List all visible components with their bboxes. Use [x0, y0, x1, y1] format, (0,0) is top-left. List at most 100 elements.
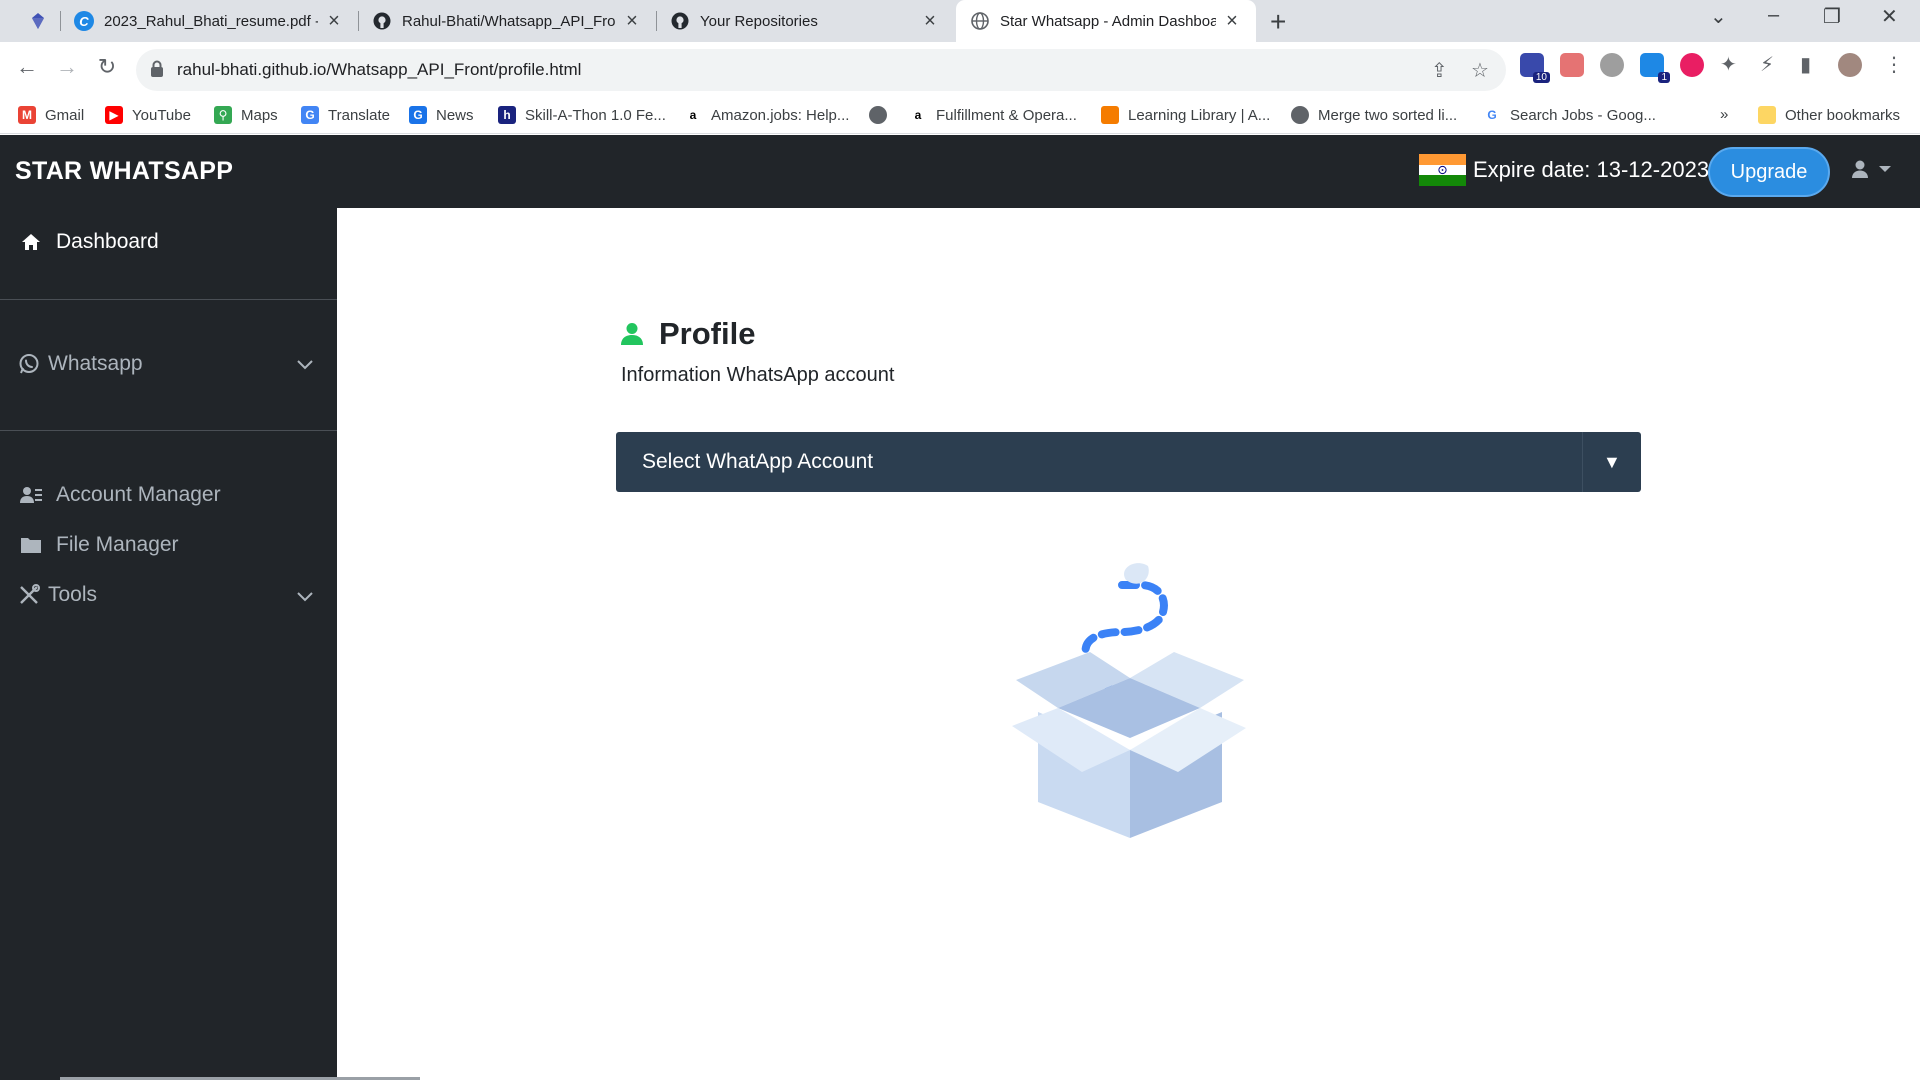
profile-user-icon	[621, 323, 643, 345]
home-icon	[20, 231, 42, 253]
bookmark-learning-library[interactable]: Learning Library | A...	[1101, 106, 1270, 124]
india-flag-icon	[1419, 154, 1466, 186]
window-close-icon[interactable]: ✕	[1881, 4, 1898, 29]
empty-box-illustration-icon	[1012, 563, 1246, 838]
new-tab-button[interactable]: +	[1270, 6, 1286, 38]
bookmark-skill-a-thon[interactable]: h Skill-A-Thon 1.0 Fe...	[498, 106, 666, 124]
news-icon: G	[409, 106, 427, 124]
github-icon	[372, 11, 392, 31]
select-label: Select WhatApp Account	[642, 450, 874, 473]
google-icon: G	[1483, 106, 1501, 124]
bookmark-other-bookmarks[interactable]: Other bookmarks	[1758, 106, 1900, 124]
extension-scholar-icon[interactable]: 10	[1520, 53, 1550, 83]
sidebar-item-label: File Manager	[56, 533, 179, 556]
bookmark-star-icon[interactable]: ☆	[1471, 58, 1489, 83]
globe-icon	[970, 11, 990, 31]
user-icon	[1852, 160, 1868, 178]
extensions-puzzle-icon[interactable]: ✦	[1720, 52, 1737, 77]
upgrade-button[interactable]: Upgrade	[1708, 147, 1830, 197]
sidebar-divider	[0, 299, 337, 300]
user-menu[interactable]	[1850, 159, 1892, 179]
address-bar[interactable]: rahul-bhati.github.io/Whatsapp_API_Front…	[136, 49, 1506, 91]
maps-icon: ⚲	[214, 106, 232, 124]
sidebar-item-tools[interactable]: Tools	[18, 583, 97, 607]
side-panel-icon[interactable]: ▮	[1800, 52, 1811, 77]
tab-label: Rahul-Bhati/Whatsapp_API_Front	[402, 12, 616, 30]
bookmark-search-jobs[interactable]: G Search Jobs - Goog...	[1483, 106, 1656, 124]
back-icon[interactable]: ←	[12, 54, 42, 80]
bookmark-news[interactable]: G News	[409, 106, 474, 124]
sidebar-item-file-manager[interactable]: File Manager	[20, 533, 179, 557]
extension-calendar-icon[interactable]	[1560, 53, 1584, 77]
page-title: Profile	[621, 316, 755, 352]
close-icon[interactable]: ×	[1222, 10, 1242, 33]
bookmark-maps[interactable]: ⚲ Maps	[214, 106, 278, 124]
sidebar: Dashboard Whatsapp Account Manager File …	[0, 208, 337, 1080]
browser-tab-bar: C 2023_Rahul_Bhati_resume.pdf - P × Rahu…	[0, 0, 1920, 42]
sidebar-item-dashboard[interactable]: Dashboard	[20, 230, 159, 254]
sidebar-item-label: Dashboard	[56, 230, 159, 253]
bookmark-translate[interactable]: G Translate	[301, 106, 390, 124]
whatsapp-account-select[interactable]: Select WhatApp Account ▼	[616, 432, 1641, 492]
canva-icon: C	[74, 11, 94, 31]
sidebar-item-label: Whatsapp	[48, 352, 143, 375]
bookmark-globe[interactable]	[869, 106, 896, 124]
bookmarks-bar: M Gmail ▶ YouTube ⚲ Maps G Translate G News h…	[0, 98, 1920, 134]
select-divider	[1582, 432, 1583, 492]
profile-avatar[interactable]	[1838, 53, 1862, 77]
bookmark-gmail[interactable]: M Gmail	[18, 106, 84, 124]
tab-label: Your Repositories	[700, 12, 818, 30]
bookmark-youtube[interactable]: ▶ YouTube	[105, 106, 191, 124]
chevron-down-icon[interactable]	[296, 590, 314, 608]
page-subtitle: Information WhatsApp account	[621, 364, 895, 386]
reload-icon[interactable]: ↻	[92, 54, 122, 80]
tools-icon	[18, 584, 40, 606]
close-icon[interactable]: ×	[324, 10, 344, 33]
url-text[interactable]: rahul-bhati.github.io/Whatsapp_API_Front…	[177, 60, 581, 80]
sidebar-item-whatsapp[interactable]: Whatsapp	[18, 352, 143, 376]
translate-icon: G	[301, 106, 319, 124]
tab-star-whatsapp[interactable]: Star Whatsapp - Admin Dashboa ×	[956, 0, 1256, 42]
tab-github-repo[interactable]: Rahul-Bhati/Whatsapp_API_Front ×	[358, 0, 656, 42]
tab-pinned[interactable]	[14, 0, 60, 42]
kebab-menu-icon[interactable]: ⋮	[1884, 52, 1904, 77]
close-icon[interactable]: ×	[920, 10, 940, 33]
brand-logo[interactable]: STAR WHATSAPP	[15, 157, 233, 186]
bookmarks-overflow-icon[interactable]: »	[1720, 106, 1728, 123]
extension-tracker-icon[interactable]: 1	[1640, 53, 1670, 83]
gmail-icon: M	[18, 106, 36, 124]
globe-icon	[869, 106, 887, 124]
github-icon	[670, 11, 690, 31]
browser-toolbar: ← → ↻ rahul-bhati.github.io/Whatsapp_API…	[0, 42, 1920, 98]
extension-settings-icon[interactable]	[1600, 53, 1624, 77]
sidebar-divider	[0, 430, 337, 431]
sidebar-item-account-manager[interactable]: Account Manager	[20, 483, 221, 507]
sidebar-item-label: Tools	[48, 583, 98, 606]
user-list-icon	[20, 484, 42, 506]
tab-your-repositories[interactable]: Your Repositories ×	[656, 0, 954, 42]
restore-icon[interactable]: ❐	[1823, 4, 1841, 29]
performance-icon[interactable]: ⚡	[1760, 52, 1774, 77]
folder-icon	[20, 534, 42, 556]
share-icon[interactable]: ⇪	[1431, 58, 1448, 83]
bookmark-amazon-jobs[interactable]: a Amazon.jobs: Help...	[684, 106, 849, 124]
amazon-icon: a	[684, 106, 702, 124]
bookmark-merge-sorted[interactable]: Merge two sorted li...	[1291, 106, 1457, 124]
minimize-icon[interactable]: –	[1768, 4, 1779, 27]
youtube-icon: ▶	[105, 106, 123, 124]
page-title-text: Profile	[659, 316, 756, 351]
tab-label: Star Whatsapp - Admin Dashboa	[1000, 12, 1216, 30]
caret-down-icon	[1879, 166, 1891, 172]
whatsapp-icon	[18, 353, 40, 375]
bookmark-fulfillment[interactable]: a Fulfillment & Opera...	[909, 106, 1077, 124]
chevron-down-icon[interactable]	[296, 358, 314, 376]
tab-resume-pdf[interactable]: C 2023_Rahul_Bhati_resume.pdf - P ×	[60, 0, 358, 42]
hackerearth-icon: h	[498, 106, 516, 124]
lock-icon[interactable]	[150, 60, 164, 83]
tab-search-icon[interactable]: ⌄	[1710, 4, 1727, 29]
forward-icon[interactable]: →	[52, 54, 82, 80]
select-arrow-icon[interactable]: ▼	[1603, 452, 1621, 473]
folder-icon	[1758, 106, 1776, 124]
close-icon[interactable]: ×	[622, 10, 642, 33]
extension-brain-icon[interactable]	[1680, 53, 1704, 77]
